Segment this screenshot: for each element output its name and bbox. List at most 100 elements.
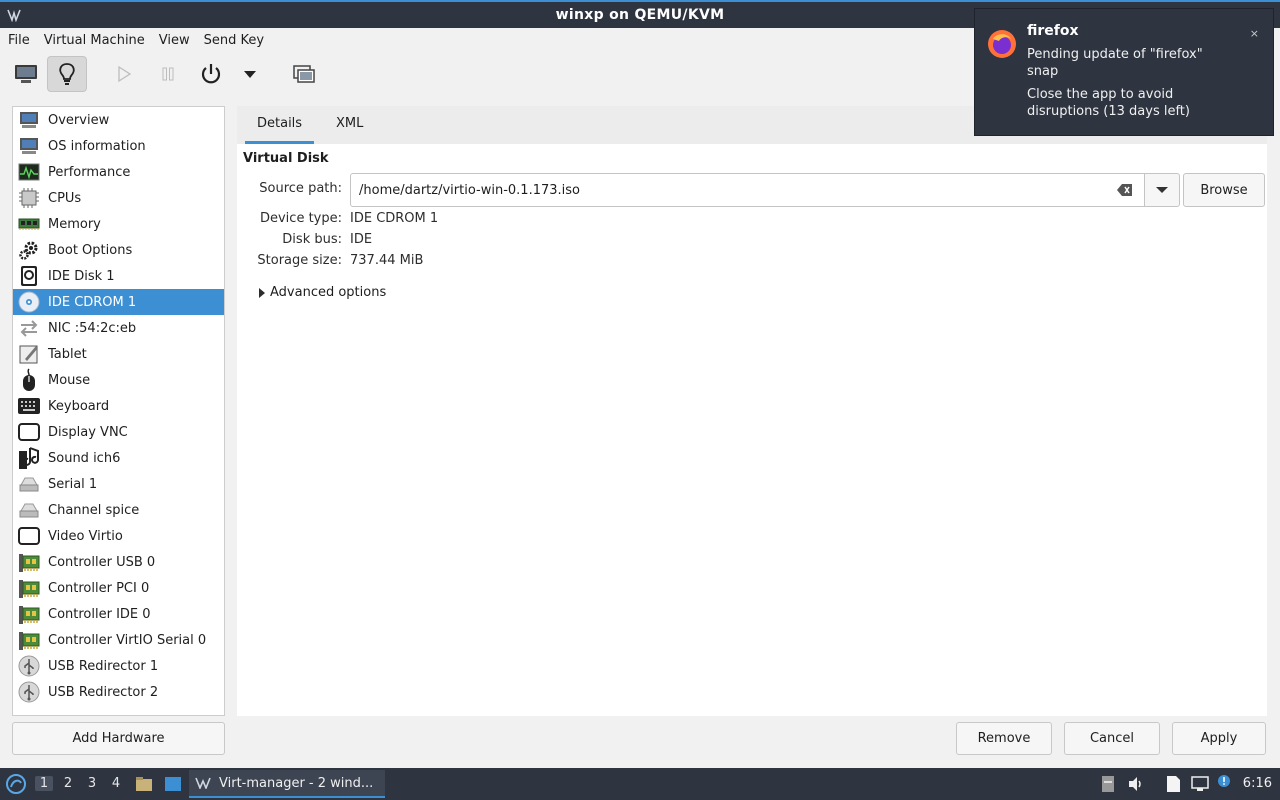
- sidebar-item-label: Controller IDE 0: [48, 606, 151, 622]
- source-path-label: Source path:: [259, 181, 342, 196]
- pause-icon: [162, 67, 174, 81]
- sidebar-item-cpus[interactable]: CPUs: [13, 185, 224, 211]
- cancel-button[interactable]: Cancel: [1064, 722, 1160, 755]
- volume-tray[interactable]: [1126, 774, 1146, 794]
- notification-body: Close the app to avoid: [1027, 87, 1174, 102]
- firefox-icon: [988, 30, 1016, 58]
- sidebar-item-label: CPUs: [48, 190, 82, 206]
- sidebar-item-label: Memory: [48, 216, 101, 232]
- sidebar-item-mouse[interactable]: Mouse: [13, 367, 224, 393]
- shutdown-menu-button[interactable]: [230, 56, 270, 92]
- network-tray[interactable]: [1190, 774, 1210, 794]
- sidebar-item-channel-spice[interactable]: Channel spice: [13, 497, 224, 523]
- section-title: Virtual Disk: [243, 151, 329, 166]
- update-notifier-tray[interactable]: [1214, 771, 1234, 791]
- sidebar-item-keyboard[interactable]: Keyboard: [13, 393, 224, 419]
- hard-disk-icon: [17, 264, 41, 288]
- hardware-list[interactable]: Overview OS information Performance CPUs…: [12, 106, 225, 716]
- sidebar-item-sound-ich6[interactable]: Sound ich6: [13, 445, 224, 471]
- sidebar-item-ide-cdrom-1[interactable]: IDE CDROM 1: [13, 289, 224, 315]
- tab-details[interactable]: Details: [245, 106, 315, 144]
- sidebar-item-display-vnc[interactable]: Display VNC: [13, 419, 224, 445]
- controller-card-icon: [17, 602, 41, 626]
- monitor-icon: [17, 108, 41, 132]
- workspace-3[interactable]: 3: [83, 776, 101, 791]
- tab-xml[interactable]: XML: [324, 106, 375, 144]
- notification-summary-cont: snap: [1027, 64, 1059, 79]
- workspace-2[interactable]: 2: [59, 776, 77, 791]
- shutdown-button[interactable]: [191, 56, 231, 92]
- notification-body-cont: disruptions (13 days left): [1027, 104, 1190, 119]
- controller-card-icon: [17, 628, 41, 652]
- sidebar-item-label: USB Redirector 1: [48, 658, 159, 674]
- sidebar-item-label: NIC :54:2c:eb: [48, 320, 137, 336]
- browse-button[interactable]: Browse: [1183, 173, 1265, 207]
- sidebar-item-controller-ide-0[interactable]: Controller IDE 0: [13, 601, 224, 627]
- menu-view[interactable]: View: [159, 33, 198, 48]
- performance-graph-icon: [17, 160, 41, 184]
- folder-icon: [136, 777, 152, 791]
- sidebar-item-memory[interactable]: Memory: [13, 211, 224, 237]
- run-button[interactable]: [104, 56, 144, 92]
- advanced-options-expander[interactable]: Advanced options: [259, 285, 386, 300]
- details-panel: Details XML Virtual Disk Source path: Br…: [237, 106, 1267, 716]
- sidebar-item-controller-pci-0[interactable]: Controller PCI 0: [13, 575, 224, 601]
- source-path-input[interactable]: [350, 173, 1145, 207]
- sidebar-item-usb-redirector-1[interactable]: USB Redirector 1: [13, 653, 224, 679]
- notification-close-icon[interactable]: ×: [1250, 27, 1259, 40]
- start-menu-button[interactable]: [5, 773, 27, 795]
- console-button[interactable]: [6, 56, 46, 92]
- notes-tray[interactable]: [1163, 774, 1183, 794]
- sidebar-item-label: Channel spice: [48, 502, 140, 518]
- taskbar: 1 2 3 4 Virt-manager - 2 wind... 6:16: [0, 768, 1280, 800]
- sidebar-item-tablet[interactable]: Tablet: [13, 341, 224, 367]
- tablet-pen-icon: [17, 342, 41, 366]
- sidebar-item-label: Controller PCI 0: [48, 580, 150, 596]
- taskbar-window-virt-manager[interactable]: Virt-manager - 2 wind...: [189, 770, 385, 798]
- sidebar-item-label: IDE Disk 1: [48, 268, 115, 284]
- clipboard-tray[interactable]: [1098, 774, 1118, 794]
- sidebar-item-ide-disk-1[interactable]: IDE Disk 1: [13, 263, 224, 289]
- source-path-dropdown[interactable]: [1144, 173, 1180, 207]
- file-manager-launcher[interactable]: [134, 774, 154, 794]
- network-icon: [1191, 776, 1209, 791]
- sidebar-item-usb-redirector-2[interactable]: USB Redirector 2: [13, 679, 224, 705]
- remove-button[interactable]: Remove: [956, 722, 1052, 755]
- sidebar-item-performance[interactable]: Performance: [13, 159, 224, 185]
- show-desktop-button[interactable]: [163, 774, 183, 794]
- sidebar-item-controller-usb-0[interactable]: Controller USB 0: [13, 549, 224, 575]
- memory-module-icon: [17, 212, 41, 236]
- menu-send-key[interactable]: Send Key: [204, 33, 272, 48]
- sidebar-item-boot-options[interactable]: Boot Options: [13, 237, 224, 263]
- workspace-1[interactable]: 1: [35, 776, 53, 791]
- sidebar-item-label: Controller VirtIO Serial 0: [48, 632, 207, 648]
- disk-bus-value: IDE: [350, 232, 373, 247]
- cdrom-disc-icon: [17, 290, 41, 314]
- usb-icon: [17, 680, 41, 704]
- device-type-label: Device type:: [259, 211, 342, 226]
- workspace-4[interactable]: 4: [107, 776, 125, 791]
- clear-input-icon[interactable]: [1117, 183, 1133, 197]
- menu-file[interactable]: File: [8, 33, 38, 48]
- power-icon: [201, 64, 221, 84]
- notification-popup[interactable]: firefox × Pending update of "firefox" sn…: [974, 8, 1274, 136]
- sidebar-item-overview[interactable]: Overview: [13, 107, 224, 133]
- pause-button[interactable]: [148, 56, 188, 92]
- sidebar-item-serial-1[interactable]: Serial 1: [13, 471, 224, 497]
- notification-app-name: firefox: [1027, 23, 1079, 39]
- clock[interactable]: 6:16: [1243, 776, 1272, 791]
- sidebar-item-label: Serial 1: [48, 476, 98, 492]
- menu-virtual-machine[interactable]: Virtual Machine: [44, 33, 153, 48]
- cpu-chip-icon: [17, 186, 41, 210]
- sidebar-item-nic[interactable]: NIC :54:2c:eb: [13, 315, 224, 341]
- serial-port-icon: [17, 472, 41, 496]
- apply-button[interactable]: Apply: [1172, 722, 1266, 755]
- sidebar-item-video-virtio[interactable]: Video Virtio: [13, 523, 224, 549]
- sidebar-item-controller-virtio-serial-0[interactable]: Controller VirtIO Serial 0: [13, 627, 224, 653]
- sidebar-item-label: Video Virtio: [48, 528, 123, 544]
- fullscreen-button[interactable]: [284, 56, 324, 92]
- add-hardware-button[interactable]: Add Hardware: [12, 722, 225, 755]
- sidebar-item-os-information[interactable]: OS information: [13, 133, 224, 159]
- clipboard-icon: [1102, 776, 1114, 792]
- details-button[interactable]: [47, 56, 87, 92]
